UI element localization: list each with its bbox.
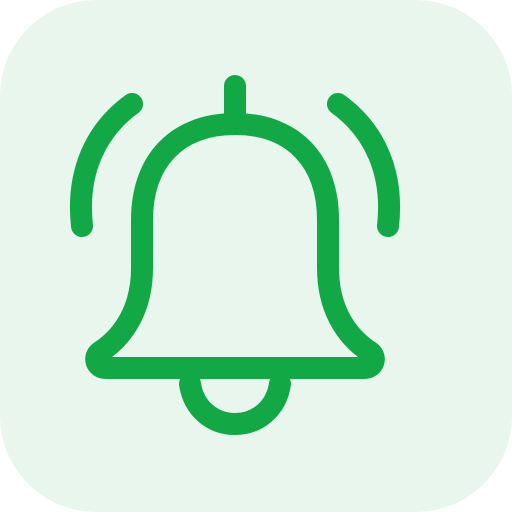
icon-background [0, 0, 512, 512]
bell-ringing-icon [0, 0, 512, 512]
app-icon-tile [0, 0, 512, 512]
